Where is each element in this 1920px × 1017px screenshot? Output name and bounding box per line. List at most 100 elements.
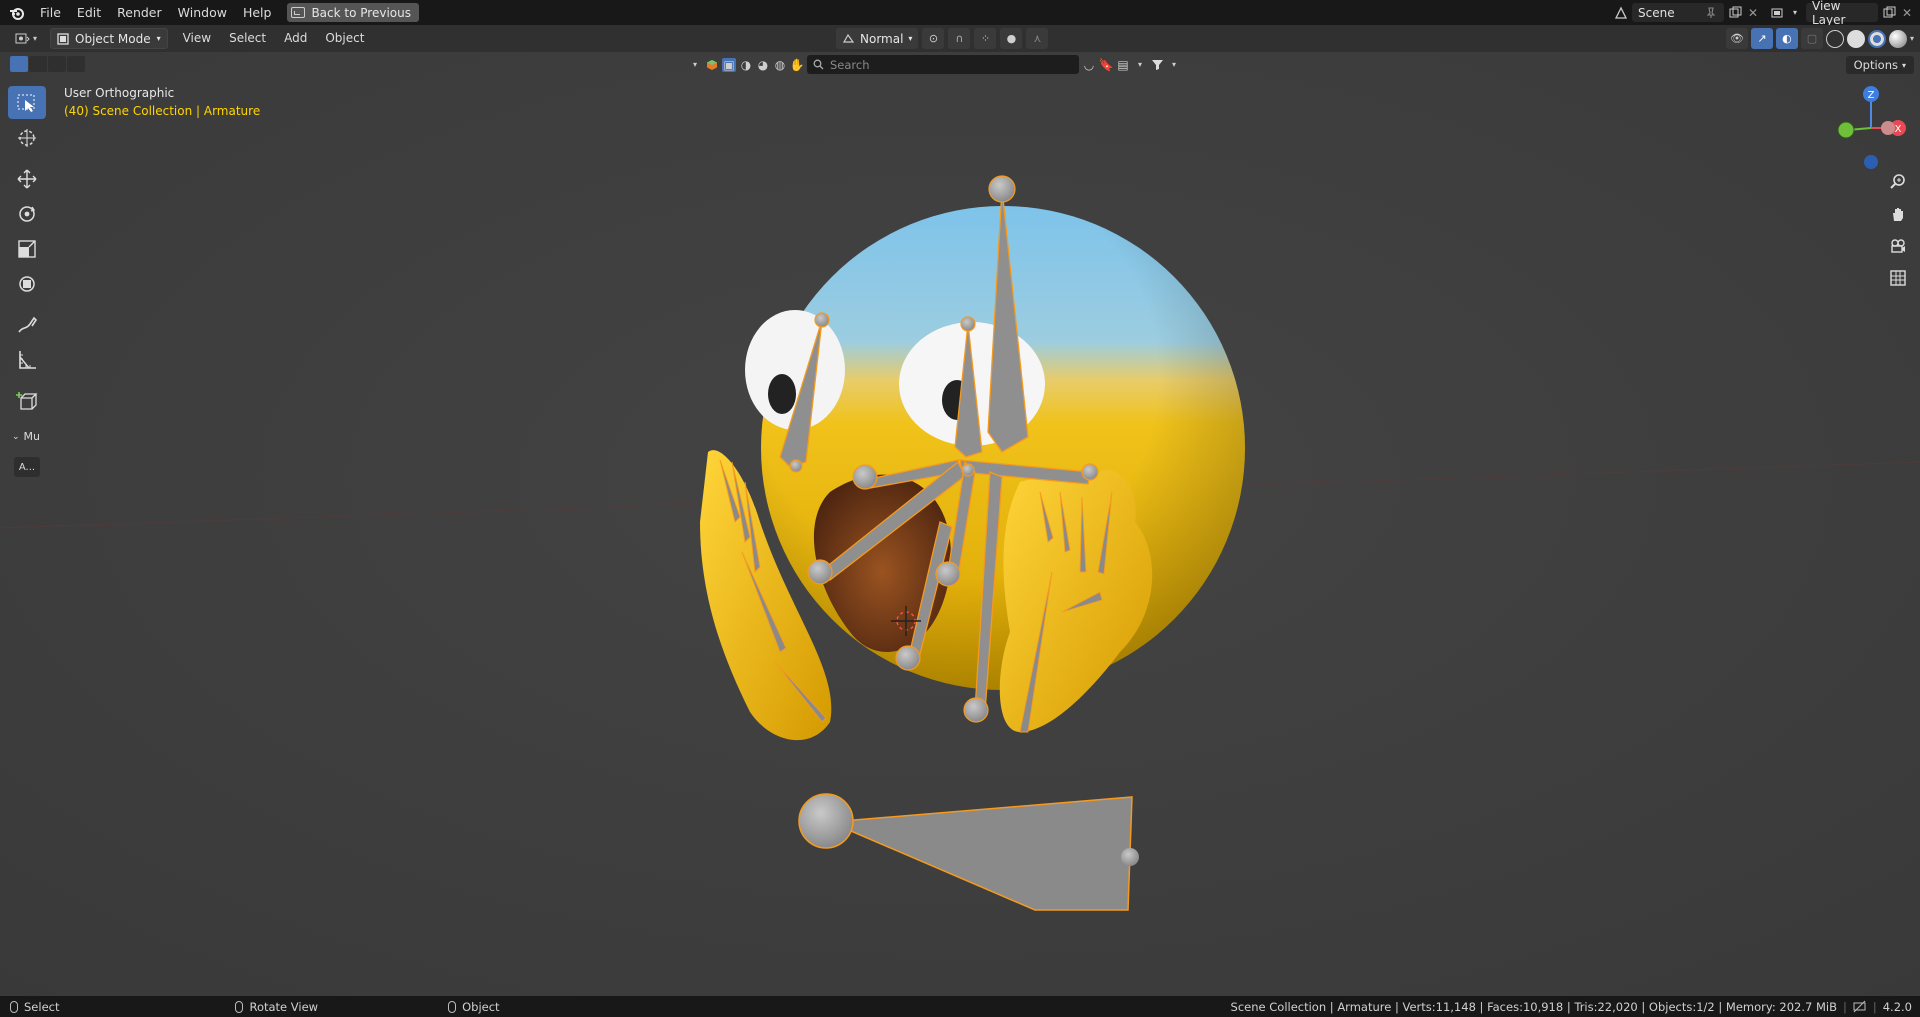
status-hint-rotate-label: Rotate View bbox=[249, 999, 319, 1014]
network-off-icon[interactable] bbox=[1853, 1000, 1867, 1014]
transform-tool[interactable] bbox=[8, 267, 46, 300]
menu-view[interactable]: View bbox=[174, 25, 220, 52]
editor-type-selector[interactable]: ▾ bbox=[6, 28, 46, 49]
operator-panel-button[interactable]: A... bbox=[14, 457, 40, 477]
display-mode-icon[interactable]: ▤ bbox=[1116, 58, 1130, 72]
chevron-down-icon: ⌄ bbox=[12, 431, 20, 442]
operator-panel-title: Mu bbox=[23, 430, 41, 443]
object-mode-label: Object Mode bbox=[75, 31, 151, 46]
zoom-icon[interactable] bbox=[1886, 170, 1910, 194]
scale-tool[interactable] bbox=[8, 232, 46, 265]
camera-view-icon[interactable] bbox=[1886, 234, 1910, 258]
snap-toggle-icon[interactable]: ∩ bbox=[948, 28, 971, 49]
object-filter-icon[interactable]: ▣ bbox=[722, 57, 736, 72]
chevron-down-icon[interactable]: ▾ bbox=[1788, 6, 1802, 20]
object-mode-dropdown[interactable]: Object Mode ▾ bbox=[50, 28, 168, 49]
transform-icon bbox=[19, 275, 35, 292]
status-hint-object: Object bbox=[448, 1000, 500, 1014]
back-to-previous-button[interactable]: Back to Previous bbox=[287, 3, 419, 22]
menu-file[interactable]: File bbox=[32, 0, 69, 25]
3d-viewport[interactable] bbox=[0, 52, 1920, 996]
remove-view-layer-icon[interactable]: ✕ bbox=[1900, 6, 1914, 20]
pivot-point-icon[interactable]: ⊙ bbox=[922, 28, 945, 49]
solid-shading-icon[interactable] bbox=[1846, 29, 1865, 48]
new-view-layer-icon[interactable] bbox=[1882, 6, 1896, 20]
material-filter-icon[interactable]: ◑ bbox=[739, 58, 753, 72]
scene-stats-text: Scene Collection | Armature | Verts:11,1… bbox=[1230, 999, 1837, 1014]
mouse-left-icon bbox=[10, 1000, 18, 1013]
viewport-header: ▾ Object Mode ▾ View Select Add Object N… bbox=[0, 25, 1920, 52]
chevron-down-icon[interactable]: ▾ bbox=[1910, 34, 1914, 43]
chevron-down-icon[interactable]: ▾ bbox=[1133, 58, 1147, 72]
menu-edit[interactable]: Edit bbox=[69, 0, 109, 25]
pin-icon[interactable] bbox=[1704, 6, 1718, 20]
select-extend-icon[interactable] bbox=[29, 56, 47, 72]
hand-filter-icon[interactable]: ✋ bbox=[790, 58, 805, 72]
add-cube-tool[interactable] bbox=[8, 384, 46, 417]
menu-window[interactable]: Window bbox=[170, 0, 235, 25]
bookmark-icon[interactable]: 🔖 bbox=[1099, 58, 1114, 72]
snap-target-icon[interactable]: ⁘ bbox=[974, 28, 997, 49]
scene-icon[interactable] bbox=[1614, 6, 1628, 20]
falloff-icon[interactable]: ⋏ bbox=[1026, 28, 1049, 49]
proportional-edit-icon[interactable]: ● bbox=[1000, 28, 1023, 49]
xray-toggle-icon[interactable]: ▢ bbox=[1800, 28, 1823, 49]
wireframe-shading-icon[interactable] bbox=[1825, 29, 1844, 48]
menu-render[interactable]: Render bbox=[109, 0, 170, 25]
top-menubar: File Edit Render Window Help Back to Pre… bbox=[0, 0, 1920, 27]
view-layer-field[interactable]: View Layer bbox=[1806, 0, 1878, 27]
move-icon bbox=[17, 169, 37, 188]
chevron-down-icon[interactable]: ▾ bbox=[1167, 58, 1181, 72]
select-subtract-icon[interactable] bbox=[48, 56, 66, 72]
gizmo-neg-z bbox=[1864, 155, 1878, 169]
object-mode-icon bbox=[57, 32, 69, 45]
tool-shelf bbox=[8, 86, 46, 419]
back-icon bbox=[291, 7, 306, 18]
select-intersect-icon[interactable] bbox=[67, 56, 85, 72]
chevron-down-icon: ▾ bbox=[1901, 60, 1906, 70]
pan-hand-icon[interactable] bbox=[1886, 202, 1910, 226]
globe-filter-icon[interactable]: ◍ bbox=[773, 58, 787, 72]
blender-logo-icon[interactable] bbox=[6, 2, 28, 24]
view-layer-icon[interactable] bbox=[1770, 6, 1784, 20]
menu-object[interactable]: Object bbox=[316, 25, 373, 52]
last-operator-panel[interactable]: ⌄ Mu bbox=[12, 430, 40, 443]
cursor-tool[interactable] bbox=[8, 121, 46, 154]
viewport-display-tools: 👁 ↗ ◐ ▢ ▾ bbox=[1725, 28, 1914, 49]
rotate-tool[interactable] bbox=[8, 197, 46, 230]
perspective-grid-icon[interactable] bbox=[1886, 266, 1910, 290]
options-dropdown[interactable]: Options ▾ bbox=[1845, 56, 1914, 74]
menu-add[interactable]: Add bbox=[275, 25, 316, 52]
gizmo-y-axis bbox=[1837, 121, 1855, 139]
new-scene-icon[interactable] bbox=[1728, 6, 1742, 20]
chevron-down-icon: ▾ bbox=[32, 34, 37, 43]
filter-funnel-icon[interactable] bbox=[1150, 58, 1164, 72]
visibility-eye-icon[interactable]: 👁 bbox=[1725, 28, 1748, 49]
navigation-gizmo[interactable]: Z X bbox=[1836, 84, 1906, 174]
status-hint-select: Select bbox=[10, 1000, 59, 1014]
chevron-down-icon: ▾ bbox=[908, 34, 913, 43]
transform-orientation-dropdown[interactable]: Normal ▾ bbox=[836, 28, 919, 49]
gizmo-toggle-icon[interactable]: ↗ bbox=[1750, 28, 1773, 49]
move-tool[interactable] bbox=[8, 162, 46, 195]
clear-search-icon[interactable]: ◡ bbox=[1082, 58, 1096, 72]
rendered-shading-icon[interactable] bbox=[1888, 29, 1907, 48]
chevron-down-icon[interactable]: ▾ bbox=[688, 58, 702, 72]
transform-tools-group: Normal ▾ ⊙ ∩ ⁘ ● ⋏ bbox=[836, 28, 1049, 49]
menu-select[interactable]: Select bbox=[220, 25, 275, 52]
asset-search-input[interactable]: Search bbox=[807, 55, 1079, 74]
menu-help[interactable]: Help bbox=[235, 0, 280, 25]
mouse-middle-icon bbox=[235, 1000, 244, 1013]
measure-tool[interactable] bbox=[8, 343, 46, 376]
asset-cube-icon[interactable] bbox=[705, 58, 719, 72]
view-name-label: User Orthographic bbox=[64, 86, 175, 100]
world-filter-icon[interactable]: ◕ bbox=[756, 58, 770, 72]
add-cube-icon bbox=[16, 391, 38, 410]
remove-scene-icon[interactable]: ✕ bbox=[1746, 6, 1760, 20]
material-shading-icon[interactable] bbox=[1867, 29, 1886, 48]
annotate-tool[interactable] bbox=[8, 308, 46, 341]
overlay-toggle-icon[interactable]: ◐ bbox=[1775, 28, 1798, 49]
select-box-tool[interactable] bbox=[8, 86, 46, 119]
scene-name-field[interactable]: Scene bbox=[1632, 3, 1724, 22]
select-new-icon[interactable] bbox=[10, 56, 28, 72]
